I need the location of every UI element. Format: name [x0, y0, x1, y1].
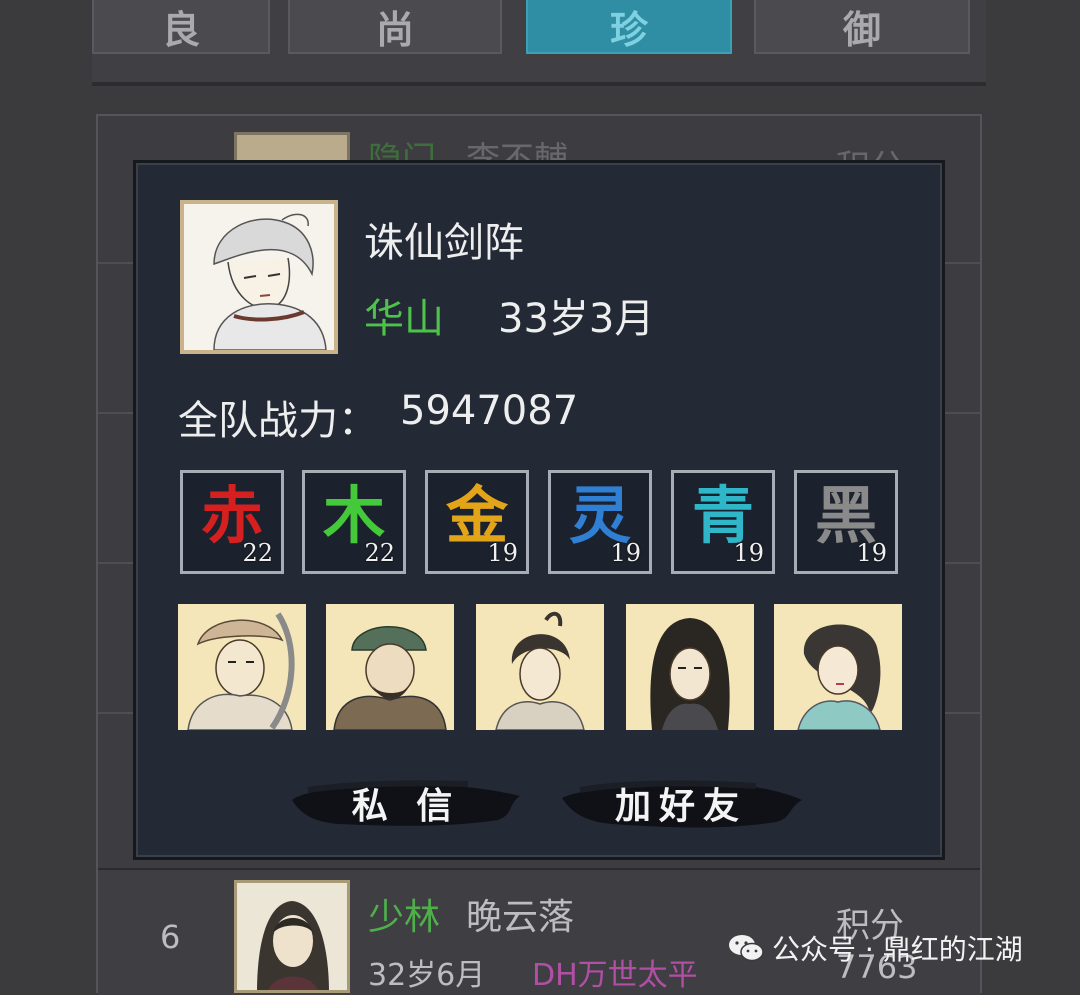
tab-liang[interactable]: 良: [92, 0, 270, 54]
private-message-label: 私 信: [351, 785, 461, 827]
attribute-level: 22: [364, 539, 395, 567]
rank-number: 6: [160, 918, 181, 956]
team-power-value: 5947087: [400, 388, 579, 434]
tab-shang[interactable]: 尚: [288, 0, 502, 54]
attribute-qing[interactable]: 青 19: [671, 470, 775, 574]
attribute-level: 19: [856, 539, 887, 567]
attribute-level: 19: [733, 539, 764, 567]
watermark-text: 公众号 · 鼎红的江湖: [772, 933, 1023, 966]
attribute-ling[interactable]: 灵 19: [548, 470, 652, 574]
add-friend-label: 加好友: [614, 785, 747, 827]
add-friend-button[interactable]: 加好友: [556, 770, 806, 836]
rarity-tab-bar: 良 尚 珍 御: [92, 0, 986, 86]
attribute-level: 19: [487, 539, 518, 567]
private-message-button[interactable]: 私 信: [288, 770, 524, 836]
hero-portrait-1[interactable]: [178, 604, 306, 730]
attribute-level: 22: [242, 539, 273, 567]
hero-portrait-2[interactable]: [326, 604, 454, 730]
player-school: 华山: [364, 296, 444, 342]
avatar: [234, 880, 350, 993]
tab-yu[interactable]: 御: [754, 0, 970, 54]
team-power-label: 全队战力：: [178, 398, 378, 444]
attribute-chi[interactable]: 赤 22: [180, 470, 284, 574]
hero-portrait-5[interactable]: [774, 604, 902, 730]
player-age: 33岁3月: [498, 296, 655, 342]
attribute-level: 19: [610, 539, 641, 567]
player-name: 诛仙剑阵: [364, 220, 524, 266]
wechat-icon: [729, 935, 764, 962]
wechat-watermark: 公众号 · 鼎红的江湖: [728, 928, 1023, 968]
list-name: 晚云落: [466, 897, 575, 938]
list-school: 少林: [368, 897, 441, 938]
attribute-mu[interactable]: 木 22: [302, 470, 406, 574]
list-age: 32岁6月: [368, 958, 486, 993]
attribute-hei[interactable]: 黑 19: [794, 470, 898, 574]
attribute-jin[interactable]: 金 19: [425, 470, 529, 574]
tab-zhen[interactable]: 珍: [526, 0, 732, 54]
player-avatar: [180, 200, 338, 354]
hero-portrait-4[interactable]: [626, 604, 754, 730]
hero-portrait-3[interactable]: [476, 604, 604, 730]
list-guild: DH万世太平: [532, 958, 698, 993]
